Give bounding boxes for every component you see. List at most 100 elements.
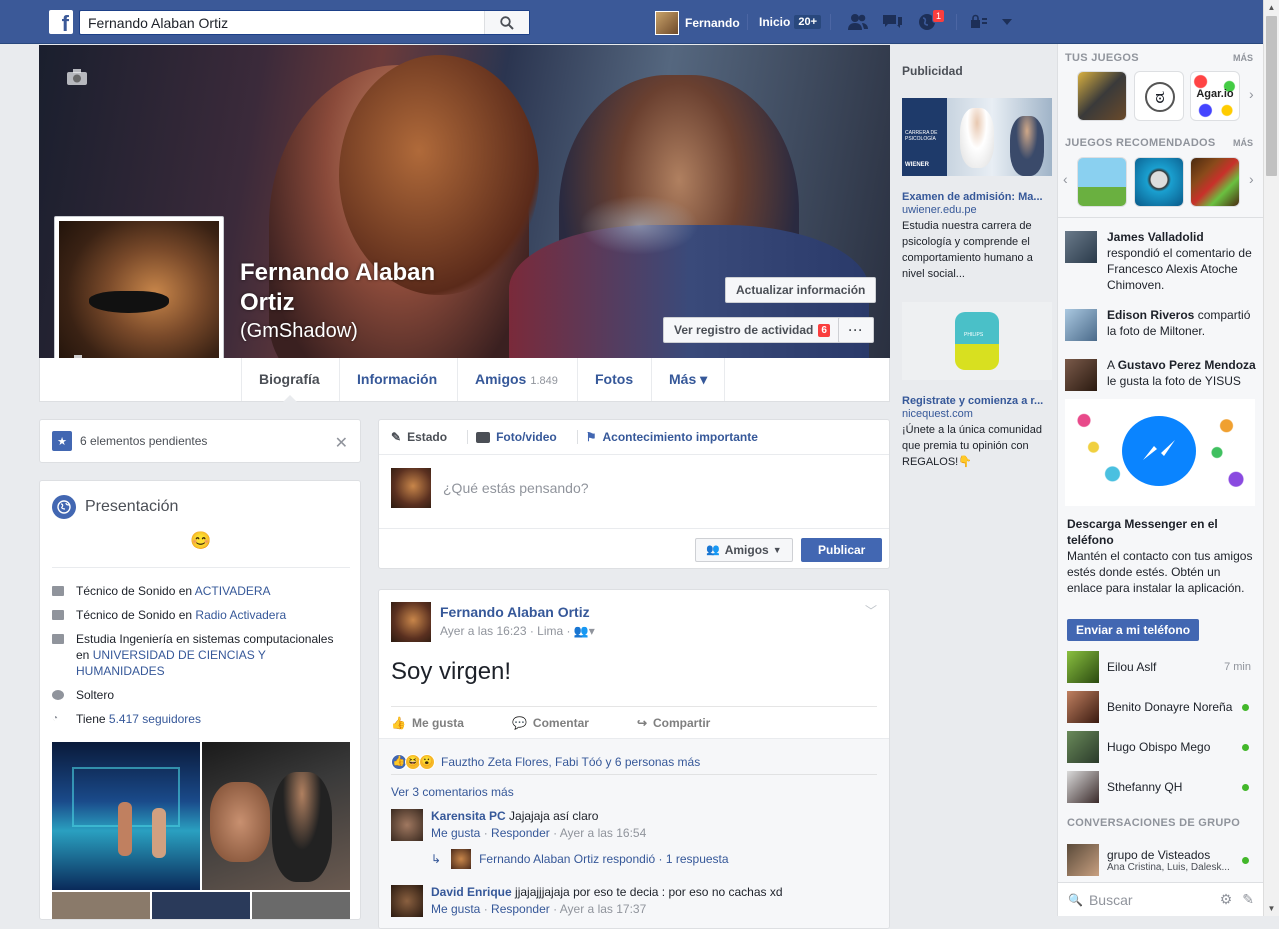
scroll-up-icon[interactable]: ▲: [1264, 0, 1279, 15]
post-timestamp[interactable]: Ayer a las 16:23 · Lima ·: [440, 624, 571, 638]
chat-contact[interactable]: Benito Donayre Noreña: [1067, 691, 1257, 723]
composer-tab-label: Acontecimiento importante: [602, 430, 758, 444]
game-tile[interactable]: [1077, 71, 1127, 121]
ad-title[interactable]: Registrate y comienza a r...: [902, 395, 1052, 407]
chevron-left-icon[interactable]: ‹: [1063, 171, 1068, 187]
ad-title[interactable]: Examen de admisión: Ma...: [902, 191, 1052, 203]
featured-photo[interactable]: [202, 742, 350, 890]
scroll-down-icon[interactable]: ▼: [1264, 901, 1279, 916]
divider: [1058, 217, 1263, 218]
audience-selector[interactable]: 👥 Amigos ▼: [695, 538, 793, 562]
comment-timestamp[interactable]: Ayer a las 16:54: [560, 826, 647, 840]
ticker-actor: James Valladolid: [1107, 230, 1204, 244]
tab-friends[interactable]: Amigos 1.849: [457, 358, 575, 401]
post-options-chevron-down-icon[interactable]: ﹀: [865, 602, 877, 619]
avatar[interactable]: [391, 809, 423, 841]
intro-text: Soltero: [76, 688, 115, 702]
facebook-logo-icon[interactable]: f: [49, 10, 73, 34]
game-tile[interactable]: [1134, 157, 1184, 207]
comment-like-link[interactable]: Me gusta: [431, 826, 480, 840]
gear-icon[interactable]: ⚙: [1220, 891, 1233, 908]
chat-search-input[interactable]: Buscar: [1089, 892, 1220, 908]
comment-button[interactable]: 💬 Comentar: [512, 716, 613, 730]
more-options-button[interactable]: ···: [838, 317, 874, 343]
divider: [576, 430, 578, 444]
chat-contact[interactable]: Eilou Aslf 7 min: [1067, 651, 1257, 683]
followers-link[interactable]: 5.417 seguidores: [109, 712, 201, 726]
featured-photo[interactable]: [52, 742, 200, 890]
ad-image[interactable]: PHILIPS: [902, 302, 1052, 380]
comment-label: Comentar: [532, 715, 589, 730]
nav-profile-link[interactable]: Fernando: [655, 11, 740, 35]
intro-link[interactable]: UNIVERSIDAD DE CIENCIAS Y HUMANIDADES: [76, 648, 266, 678]
intro-link[interactable]: Radio Activadera: [195, 608, 286, 622]
share-icon: ↪: [636, 715, 647, 730]
activity-log-count-badge: 6: [818, 323, 830, 337]
activity-log-button[interactable]: Ver registro de actividad 6: [663, 317, 841, 343]
messages-icon[interactable]: [882, 13, 904, 31]
reactions-summary[interactable]: 👍 😆 😮 Fauztho Zeta Flores, Fabi Tóó y 6 …: [391, 749, 877, 775]
contact-name: Sthefanny QH: [1107, 780, 1183, 794]
your-games-more-link[interactable]: MÁS: [1233, 53, 1253, 63]
chevron-right-icon[interactable]: ›: [1249, 171, 1254, 187]
comment-reply-link[interactable]: Responder: [491, 826, 550, 840]
timeline-post: Fernando Alaban Ortiz Ayer a las 16:23 ·…: [378, 589, 890, 929]
game-tile[interactable]: [1077, 157, 1127, 207]
friend-requests-icon[interactable]: [847, 13, 869, 31]
composer-tab-status[interactable]: ✎ Estado: [391, 430, 453, 444]
pending-items-card[interactable]: ★ 6 elementos pendientes ✕: [39, 419, 361, 463]
share-button[interactable]: ↪ Compartir: [637, 716, 734, 730]
comment-author[interactable]: Karensita PC: [431, 809, 506, 823]
game-tile[interactable]: [1190, 157, 1240, 207]
update-cover-camera-icon[interactable]: [66, 68, 88, 86]
avatar[interactable]: [391, 885, 423, 917]
page-scrollbar[interactable]: ▲ ▼: [1263, 0, 1279, 916]
privacy-shortcuts-icon[interactable]: [970, 13, 992, 31]
account-menu-chevron-down-icon[interactable]: [996, 13, 1012, 31]
tab-about[interactable]: Información: [339, 358, 454, 401]
close-icon[interactable]: ✕: [335, 433, 348, 453]
ad-image[interactable]: CARRERA DE PSICOLOGÍA WIENER: [902, 98, 1052, 176]
comment-author[interactable]: David Enrique: [431, 885, 512, 899]
tab-photos[interactable]: Fotos: [577, 358, 650, 401]
publish-button[interactable]: Publicar: [801, 538, 883, 562]
composer-tab-life-event[interactable]: ⚑ Acontecimiento importante: [586, 430, 764, 444]
profile-name[interactable]: Fernando Alaban Ortiz: [240, 258, 470, 318]
ad-url[interactable]: uwiener.edu.pe: [902, 204, 1052, 216]
ads-header: Publicidad: [902, 64, 963, 78]
search-button[interactable]: [484, 11, 529, 34]
like-button[interactable]: 👍 Me gusta: [391, 716, 488, 730]
game-tile[interactable]: Agar.io: [1190, 71, 1240, 121]
chevron-right-icon[interactable]: ›: [1249, 86, 1254, 102]
ticker-prefix: A: [1107, 358, 1118, 372]
recommended-games-more-link[interactable]: MÁS: [1233, 138, 1253, 148]
new-message-icon[interactable]: ✎: [1242, 891, 1254, 908]
chat-contact[interactable]: Hugo Obispo Mego: [1067, 731, 1257, 763]
friends-audience-icon[interactable]: 👥▾: [574, 624, 595, 638]
view-more-comments-link[interactable]: Ver 3 comentarios más: [391, 785, 514, 799]
search-input[interactable]: [80, 11, 480, 34]
group-conversation[interactable]: grupo de Visteados Ana Cristina, Luis, D…: [1067, 844, 1257, 876]
comment-reply-summary[interactable]: ↳ Fernando Alaban Ortiz respondió · 1 re…: [431, 849, 729, 869]
comment-like-link[interactable]: Me gusta: [431, 902, 480, 916]
avatar[interactable]: [391, 602, 431, 642]
scrollbar-thumb[interactable]: [1266, 16, 1277, 176]
intro-header: Presentación: [52, 495, 178, 519]
post-actions: 👍 Me gusta 💬 Comentar ↪ Compartir: [391, 706, 877, 738]
nav-home-link[interactable]: Inicio 20+: [759, 15, 822, 29]
comment-reply-link[interactable]: Responder: [491, 902, 550, 916]
chat-contact[interactable]: Sthefanny QH: [1067, 771, 1257, 803]
post-author[interactable]: Fernando Alaban Ortiz: [440, 604, 590, 620]
composer-input[interactable]: ¿Qué estás pensando?: [443, 480, 589, 496]
comment-timestamp[interactable]: Ayer a las 17:37: [560, 902, 647, 916]
update-info-button[interactable]: Actualizar información: [725, 277, 877, 303]
ad-url[interactable]: nicequest.com: [902, 408, 1052, 420]
composer-tab-photo[interactable]: Foto/video: [476, 430, 563, 444]
tab-more[interactable]: Más ▾: [651, 358, 726, 401]
intro-link[interactable]: ACTIVADERA: [195, 584, 271, 598]
heart-icon: [52, 690, 64, 700]
game-tile[interactable]: ಠ: [1134, 71, 1184, 121]
send-to-phone-button[interactable]: Enviar a mi teléfono: [1067, 619, 1200, 641]
ticker-actor: Gustavo Perez Mendoza: [1117, 358, 1256, 372]
messenger-ad-image[interactable]: [1065, 399, 1255, 506]
